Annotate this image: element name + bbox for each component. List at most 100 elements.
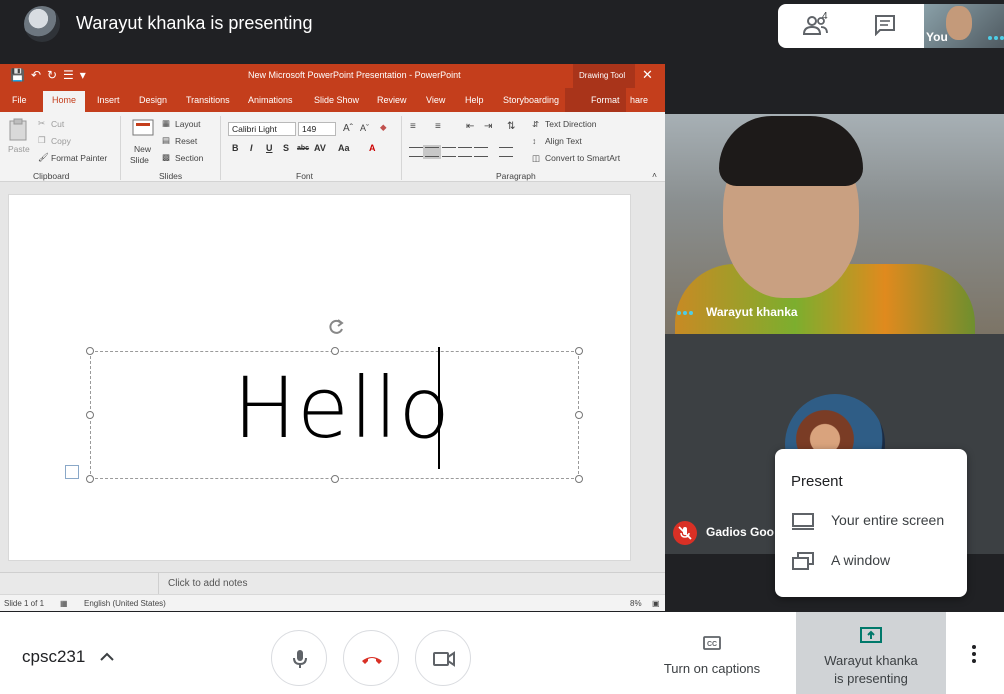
cut-icon[interactable]: ✂ <box>38 118 45 129</box>
share-button[interactable]: hare <box>630 95 648 105</box>
collapse-ribbon-icon[interactable]: ˄ <box>652 170 657 180</box>
convert-smartart-button[interactable]: Convert to SmartArt <box>545 153 620 163</box>
italic-icon[interactable]: I <box>250 143 253 153</box>
clear-formatting-icon[interactable]: ◆ <box>380 122 387 133</box>
resize-handle[interactable] <box>86 475 94 483</box>
text-direction-icon[interactable]: ⇵ <box>532 119 539 130</box>
new-slide-label-1[interactable]: New <box>134 144 151 154</box>
captions-button[interactable]: CC Turn on captions <box>646 612 778 694</box>
resize-handle[interactable] <box>575 411 583 419</box>
resize-handle[interactable] <box>575 475 583 483</box>
self-label: You <box>926 30 948 44</box>
camera-button[interactable] <box>415 630 471 686</box>
chat-icon[interactable] <box>874 14 896 36</box>
self-video-tile[interactable]: You <box>924 4 1004 48</box>
strikethrough-icon[interactable]: abc <box>297 145 309 152</box>
quick-access-toolbar[interactable]: 💾↶↻☰▾ <box>10 68 92 82</box>
reset-button[interactable]: Reset <box>175 136 197 146</box>
line-spacing-icon[interactable]: ⇅ <box>507 121 515 132</box>
more-options-icon[interactable] <box>962 642 986 666</box>
rotate-handle-icon[interactable] <box>326 317 346 337</box>
grow-font-icon[interactable]: Aˆ <box>343 123 353 134</box>
tab-view[interactable]: View <box>426 95 445 105</box>
tab-home[interactable]: Home <box>43 91 86 112</box>
language-status[interactable]: English (United States) <box>84 599 166 608</box>
new-slide-icon[interactable] <box>132 118 154 138</box>
align-right-icon[interactable] <box>442 147 456 157</box>
align-left-icon[interactable] <box>409 147 423 157</box>
layout-icon[interactable]: ▦ <box>162 118 170 129</box>
format-painter-button[interactable]: Format Painter <box>51 153 107 163</box>
copy-button[interactable]: Copy <box>51 136 71 146</box>
tab-review[interactable]: Review <box>377 95 407 105</box>
section-icon[interactable]: ▩ <box>162 152 170 163</box>
chevron-up-icon[interactable] <box>98 648 116 666</box>
paste-icon[interactable] <box>8 118 30 142</box>
format-painter-icon[interactable]: 🖌 <box>38 152 49 163</box>
align-center-icon[interactable] <box>423 145 441 159</box>
section-button[interactable]: Section <box>175 153 203 163</box>
cut-button[interactable]: Cut <box>51 119 64 129</box>
resize-handle[interactable] <box>331 475 339 483</box>
numbering-icon[interactable]: ≡ <box>435 121 441 132</box>
change-case-icon[interactable]: Aa <box>338 143 350 153</box>
font-name-select[interactable]: Calibri Light <box>228 122 296 136</box>
notes-placeholder[interactable]: Click to add notes <box>168 578 248 589</box>
new-slide-label-2[interactable]: Slide <box>130 155 149 165</box>
tab-slide-show[interactable]: Slide Show <box>314 95 359 105</box>
autofit-options-icon[interactable] <box>65 465 79 479</box>
resize-handle[interactable] <box>86 411 94 419</box>
resize-handle[interactable] <box>331 347 339 355</box>
increase-indent-icon[interactable]: ⇥ <box>484 121 492 132</box>
decrease-indent-icon[interactable]: ⇤ <box>466 121 474 132</box>
paste-button[interactable]: Paste <box>8 144 30 154</box>
ppt-status-bar: Slide 1 of 1 ▦ English (United States) 8… <box>0 594 665 611</box>
font-group-label: Font <box>296 171 314 181</box>
text-direction-button[interactable]: Text Direction <box>545 119 597 129</box>
participant-tile[interactable]: Warayut khanka <box>665 114 1004 334</box>
drawing-tools-label: Drawing Tool <box>573 64 635 88</box>
microphone-button[interactable] <box>271 630 327 686</box>
meeting-code[interactable]: cpsc231 <box>22 647 85 667</box>
layout-button[interactable]: Layout <box>175 119 201 129</box>
resize-handle[interactable] <box>86 347 94 355</box>
zoom-level[interactable]: 8% <box>630 599 642 608</box>
tab-help[interactable]: Help <box>465 95 484 105</box>
bullets-icon[interactable]: ≡ <box>410 121 416 132</box>
font-size-select[interactable]: 149 <box>298 122 336 136</box>
bold-icon[interactable]: B <box>232 143 239 153</box>
tab-transitions[interactable]: Transitions <box>186 95 230 105</box>
participant-video <box>719 116 863 186</box>
character-spacing-icon[interactable]: AV <box>314 143 326 153</box>
leave-call-button[interactable] <box>343 630 399 686</box>
resize-handle[interactable] <box>575 347 583 355</box>
shrink-font-icon[interactable]: Aˇ <box>360 123 369 133</box>
reset-icon[interactable]: ▤ <box>162 135 170 146</box>
columns-icon[interactable] <box>474 147 488 157</box>
align-text-icon[interactable]: ↕ <box>532 136 536 146</box>
notes-pane[interactable]: Click to add notes <box>0 572 665 595</box>
slide-title-text[interactable]: Hello <box>233 359 451 457</box>
tab-storyboarding[interactable]: Storyboarding <box>503 95 559 105</box>
smartart-icon[interactable]: ◫ <box>532 153 540 164</box>
justify-icon[interactable] <box>458 147 472 157</box>
spacing-icon[interactable] <box>499 147 513 157</box>
align-text-button[interactable]: Align Text <box>545 136 582 146</box>
tab-file[interactable]: File <box>12 95 27 105</box>
tab-animations[interactable]: Animations <box>248 95 293 105</box>
present-now-button[interactable]: Warayut khanka is presenting <box>796 612 946 694</box>
close-icon[interactable]: ✕ <box>642 67 653 83</box>
fit-slide-icon[interactable]: ▣ <box>652 599 660 608</box>
tab-design[interactable]: Design <box>139 95 167 105</box>
present-entire-screen-item[interactable]: Your entire screen <box>775 500 967 540</box>
shadow-icon[interactable]: S <box>283 143 289 153</box>
slide-canvas[interactable]: Hello <box>8 194 631 561</box>
underline-icon[interactable]: U <box>266 143 273 153</box>
spellcheck-icon[interactable]: ▦ <box>60 599 68 608</box>
tab-insert[interactable]: Insert <box>97 95 120 105</box>
present-window-item[interactable]: A window <box>775 540 967 580</box>
meeting-controls-bar: cpsc231 CC Turn on captions Warayut khan… <box>0 612 1004 694</box>
tab-format[interactable]: Format <box>565 88 626 112</box>
font-color-icon[interactable]: A <box>369 143 376 153</box>
copy-icon[interactable]: ❐ <box>38 135 46 146</box>
